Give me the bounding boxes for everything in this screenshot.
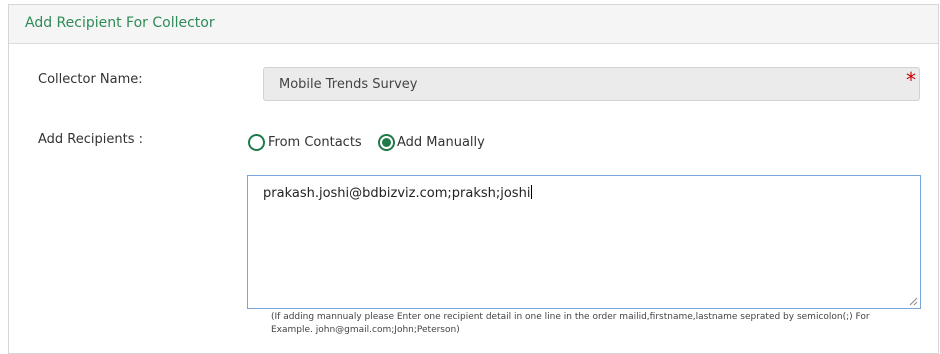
recipients-textarea[interactable]: prakash.joshi@bdbizviz.com;praksh;joshi <box>247 175 921 309</box>
add-recipients-label: Add Recipients : <box>38 132 143 147</box>
recipients-textarea-value: prakash.joshi@bdbizviz.com;praksh;joshi <box>263 185 533 201</box>
manual-entry-help-text: (If adding mannualy please Enter one rec… <box>271 312 870 335</box>
required-asterisk: * <box>906 68 916 92</box>
text-caret <box>531 185 533 199</box>
add-manually-radio[interactable] <box>378 134 395 151</box>
radio-selected-dot <box>382 138 391 147</box>
collector-name-field[interactable]: Mobile Trends Survey * <box>263 67 920 101</box>
collector-name-value: Mobile Trends Survey <box>279 77 418 92</box>
resize-handle-icon[interactable] <box>909 297 918 306</box>
add-manually-label[interactable]: Add Manually <box>397 135 485 150</box>
from-contacts-radio[interactable] <box>248 134 265 151</box>
recipients-text-content: prakash.joshi@bdbizviz.com;praksh;joshi <box>263 186 531 201</box>
collector-name-label: Collector Name: <box>38 72 143 87</box>
from-contacts-label[interactable]: From Contacts <box>268 135 362 150</box>
panel-title: Add Recipient For Collector <box>25 15 215 31</box>
panel-header: Add Recipient For Collector <box>9 5 938 44</box>
